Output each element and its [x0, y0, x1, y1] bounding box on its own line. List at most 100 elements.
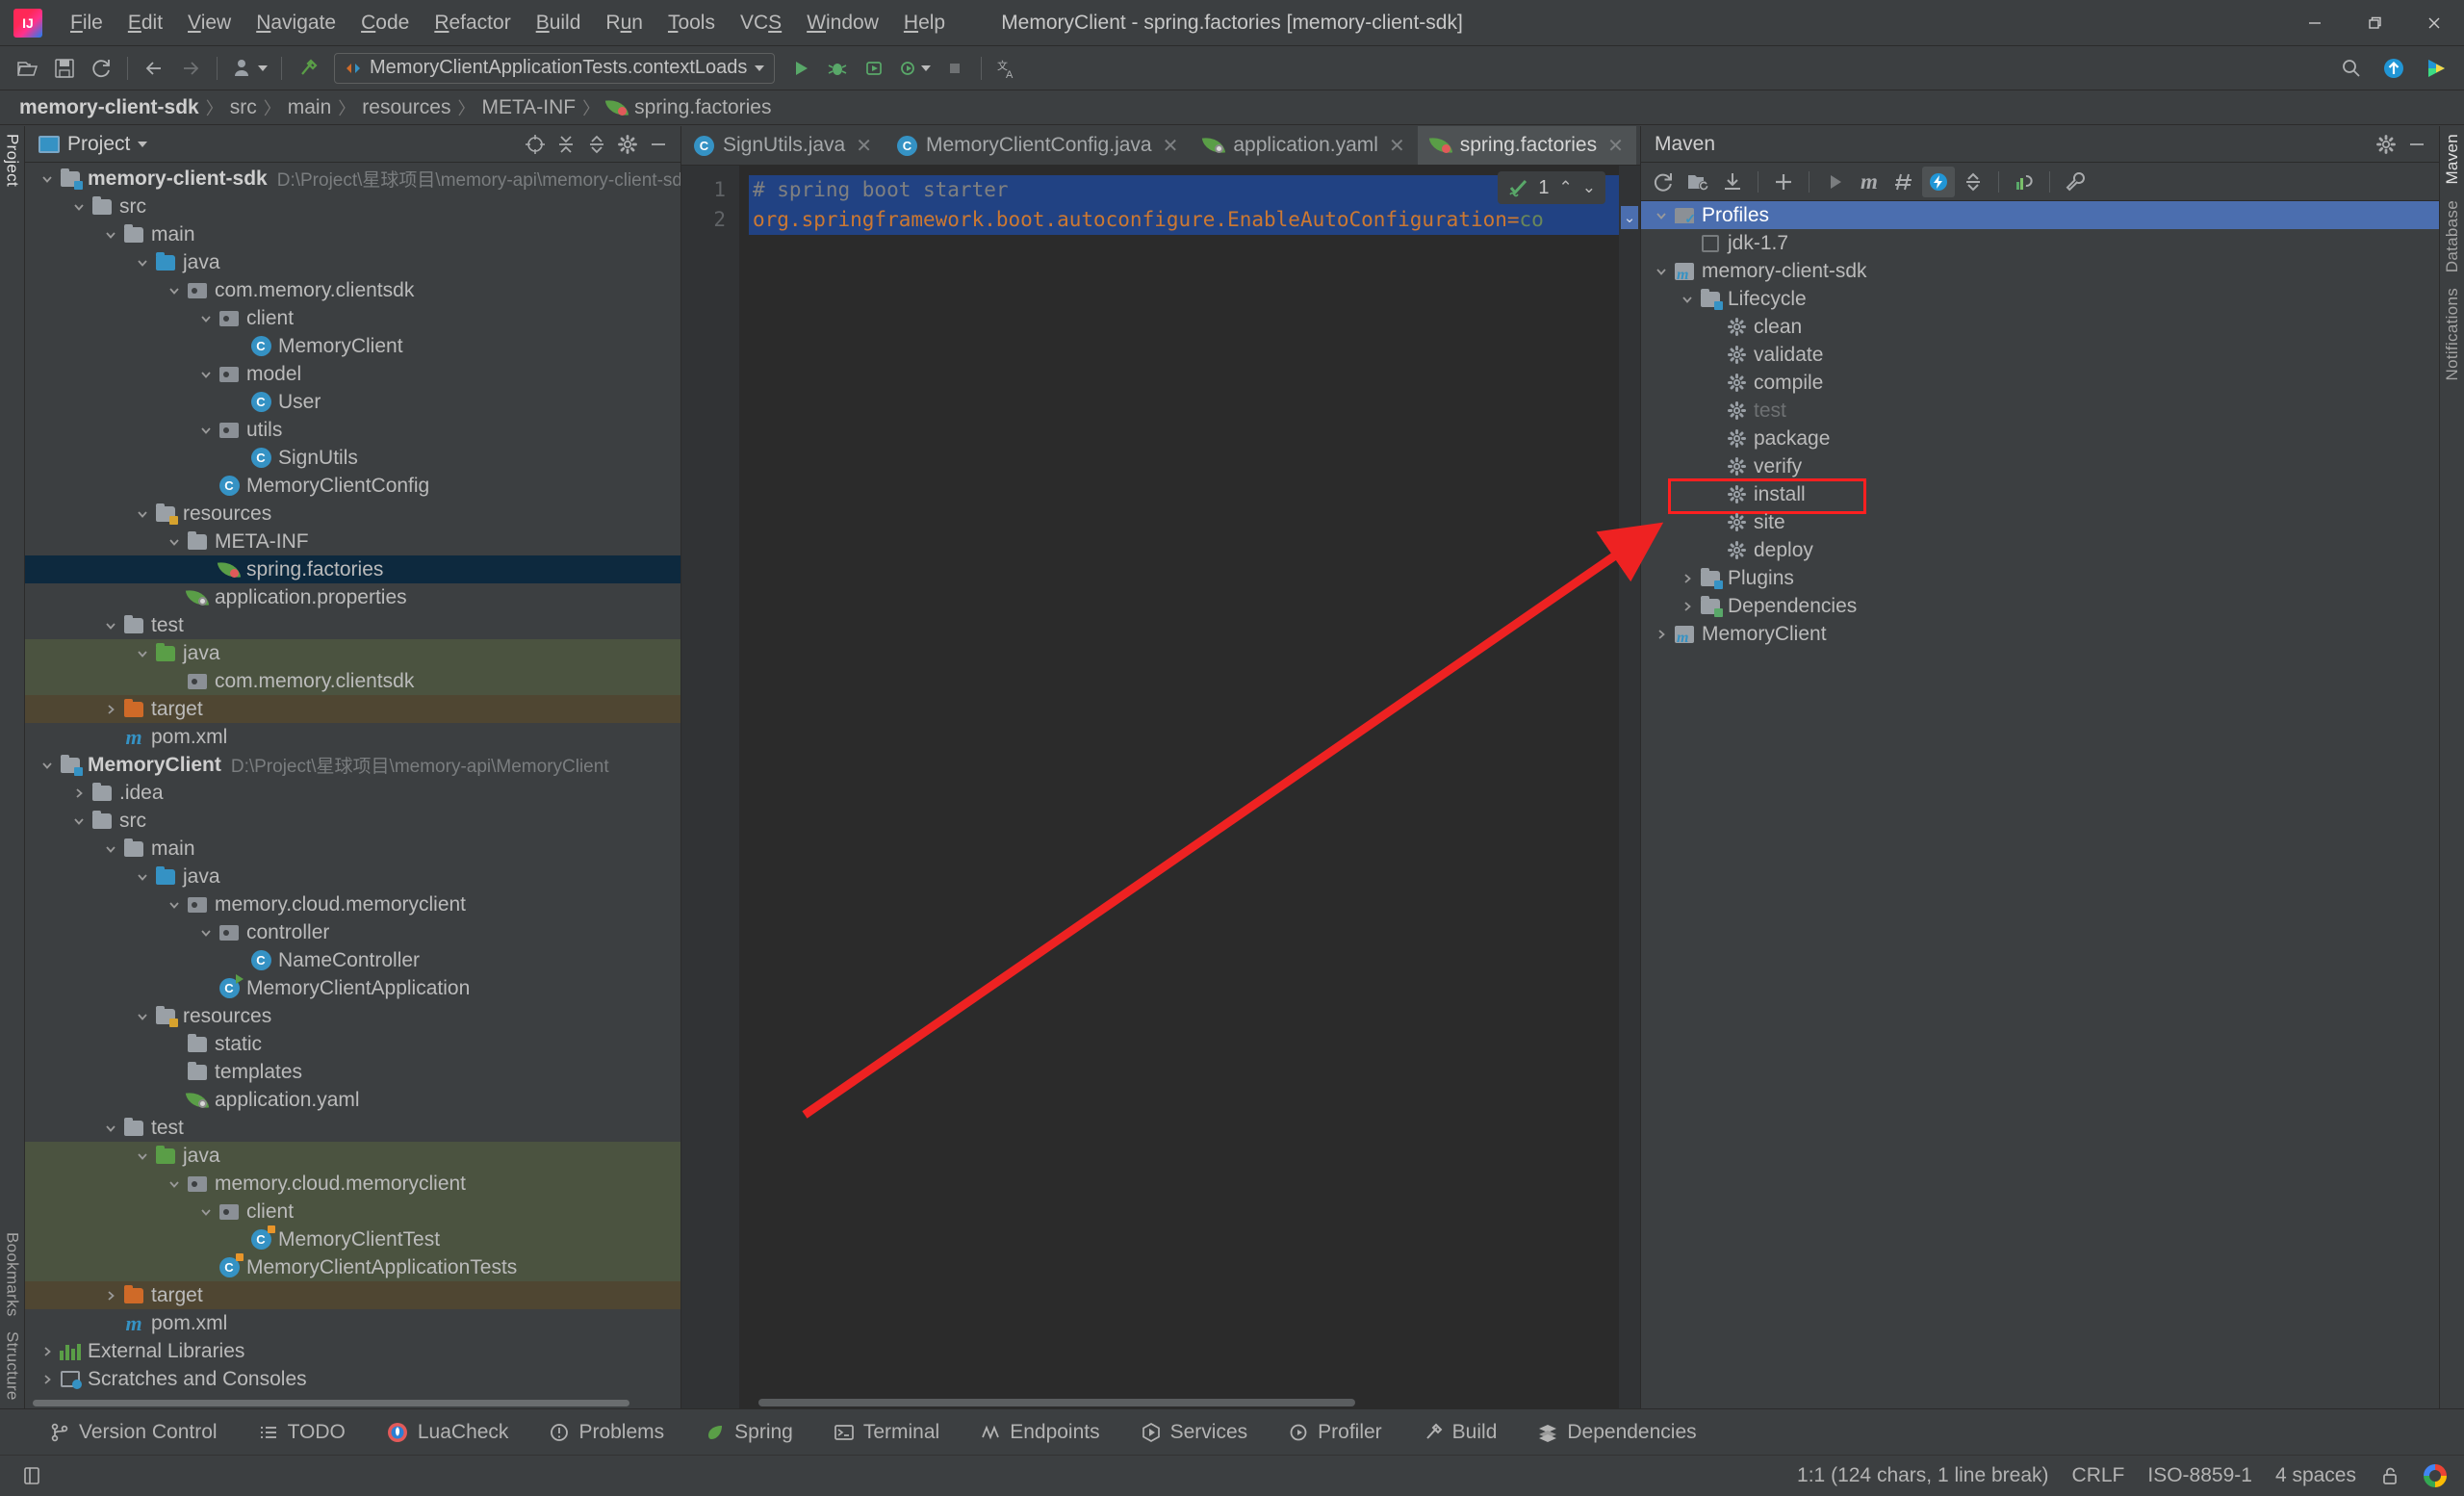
- add-maven-project-icon[interactable]: [1681, 167, 1714, 197]
- download-sources-icon[interactable]: [1716, 167, 1749, 197]
- settings-gear-icon[interactable]: [613, 130, 642, 159]
- tool-window-button-luacheck[interactable]: LuaCheck: [380, 1417, 515, 1448]
- chevron-down-icon[interactable]: [755, 64, 765, 71]
- save-icon[interactable]: [48, 52, 81, 85]
- project-tree-row[interactable]: target: [25, 1281, 680, 1309]
- chevron-down-icon[interactable]: [164, 1177, 185, 1191]
- project-tree-row[interactable]: Scratches and Consoles: [25, 1365, 680, 1393]
- project-tree-row[interactable]: utils: [25, 416, 680, 444]
- menu-window[interactable]: Window: [794, 8, 891, 39]
- tool-window-tab-notifications[interactable]: Notifications: [2443, 280, 2462, 389]
- reload-all-icon[interactable]: [1647, 167, 1680, 197]
- project-tree-row[interactable]: target: [25, 695, 680, 723]
- chevron-right-icon[interactable]: [1651, 628, 1672, 641]
- project-tree-row[interactable]: test: [25, 611, 680, 639]
- breadcrumb-item-1[interactable]: src: [230, 96, 257, 119]
- maven-tree-row[interactable]: clean: [1641, 313, 2439, 341]
- project-tree-row[interactable]: test: [25, 1114, 680, 1142]
- chevron-right-icon[interactable]: [100, 1289, 121, 1303]
- collapse-all-icon[interactable]: [582, 130, 611, 159]
- chevron-down-icon[interactable]: [1651, 209, 1672, 222]
- close-icon[interactable]: ✕: [1607, 134, 1624, 158]
- line-separator[interactable]: CRLF: [2072, 1464, 2125, 1487]
- maven-tree-row[interactable]: compile: [1641, 369, 2439, 397]
- project-tree-row[interactable]: memory.cloud.memoryclient: [25, 890, 680, 918]
- maven-tree-row[interactable]: Lifecycle: [1641, 285, 2439, 313]
- maven-settings-icon[interactable]: [2059, 167, 2092, 197]
- chevron-right-icon[interactable]: [100, 703, 121, 716]
- project-tree-row[interactable]: spring.factories: [25, 555, 680, 583]
- project-tree-row[interactable]: templates: [25, 1058, 680, 1086]
- menu-file[interactable]: File: [58, 8, 116, 39]
- project-tree-row[interactable]: java: [25, 1142, 680, 1170]
- run-icon[interactable]: [784, 52, 817, 85]
- sync-icon[interactable]: [85, 52, 117, 85]
- forward-arrow-icon[interactable]: [174, 52, 207, 85]
- menu-run[interactable]: Run: [593, 8, 655, 39]
- code-line[interactable]: org.springframework.boot.autoconfigure.E…: [749, 205, 1640, 235]
- project-tree-row[interactable]: application.yaml: [25, 1086, 680, 1114]
- project-tree-row[interactable]: client: [25, 1198, 680, 1225]
- project-tree-row[interactable]: External Libraries: [25, 1337, 680, 1365]
- chevron-down-icon[interactable]: [195, 926, 217, 940]
- project-tree-row[interactable]: static: [25, 1030, 680, 1058]
- chevron-down-icon[interactable]: [37, 172, 58, 186]
- chevron-down-icon[interactable]: [132, 647, 153, 660]
- chevron-down-icon[interactable]: [68, 814, 90, 828]
- project-tree-row[interactable]: resources: [25, 500, 680, 528]
- maven-tree-row[interactable]: Profiles: [1641, 201, 2439, 229]
- project-tree-row[interactable]: .idea: [25, 779, 680, 807]
- chevron-down-icon[interactable]: [195, 1205, 217, 1219]
- tool-window-button-build[interactable]: Build: [1417, 1417, 1503, 1448]
- ide-feature-icon[interactable]: [2420, 52, 2452, 85]
- editor-tab-memoryclientconfig-java[interactable]: C MemoryClientConfig.java ✕: [885, 126, 1191, 165]
- toggle-skip-tests-icon[interactable]: [1887, 167, 1920, 197]
- chevron-down-icon[interactable]: [1651, 265, 1672, 278]
- profiler-icon[interactable]: [894, 52, 935, 85]
- editor-tab-spring-factories[interactable]: spring.factories ✕: [1417, 126, 1636, 165]
- chevron-right-icon[interactable]: [37, 1345, 58, 1358]
- tool-window-tab-bookmarks[interactable]: Bookmarks: [3, 1225, 22, 1325]
- chevron-right-icon[interactable]: [1677, 572, 1698, 585]
- project-tree-row[interactable]: com.memory.clientsdk: [25, 276, 680, 304]
- chevron-right-icon[interactable]: [1677, 600, 1698, 613]
- close-button[interactable]: [2404, 0, 2464, 45]
- project-tree-row[interactable]: C MemoryClientConfig: [25, 472, 680, 500]
- maven-tree-row[interactable]: validate: [1641, 341, 2439, 369]
- project-tree-row[interactable]: C User: [25, 388, 680, 416]
- project-tree-row[interactable]: client: [25, 304, 680, 332]
- run-configuration-selector[interactable]: MemoryClientApplicationTests.contextLoad…: [334, 52, 776, 84]
- project-tree-row[interactable]: com.memory.clientsdk: [25, 667, 680, 695]
- project-tree-row[interactable]: memory-client-sdk D:\Project\星球项目\memory-…: [25, 165, 680, 193]
- tool-window-button-endpoints[interactable]: Endpoints: [974, 1417, 1105, 1448]
- caret-position[interactable]: 1:1 (124 chars, 1 line break): [1797, 1464, 2048, 1487]
- project-tree[interactable]: memory-client-sdk D:\Project\星球项目\memory-…: [25, 163, 680, 1408]
- chevron-right-icon[interactable]: [68, 787, 90, 800]
- project-tree-row[interactable]: META-INF: [25, 528, 680, 555]
- execute-maven-goal-icon[interactable]: m: [1853, 167, 1886, 197]
- project-tree-row[interactable]: memory.cloud.memoryclient: [25, 1170, 680, 1198]
- tool-window-button-problems[interactable]: Problems: [543, 1417, 670, 1448]
- menu-build[interactable]: Build: [524, 8, 594, 39]
- project-tree-row[interactable]: src: [25, 807, 680, 835]
- editor-tab-signutils-java[interactable]: C SignUtils.java ✕: [681, 126, 885, 165]
- tool-window-button-profiler[interactable]: Profiler: [1282, 1417, 1388, 1448]
- breadcrumb-item-2[interactable]: main: [288, 96, 332, 119]
- collapse-all-icon[interactable]: [1957, 167, 1989, 197]
- project-tree-row[interactable]: model: [25, 360, 680, 388]
- chevron-right-icon[interactable]: [37, 1373, 58, 1386]
- editor-code-area[interactable]: # spring boot starter org.springframework…: [739, 166, 1640, 1408]
- inspection-next-icon[interactable]: ⌄: [1582, 178, 1596, 197]
- menu-vcs[interactable]: VCS: [728, 8, 794, 39]
- tool-window-tab-maven[interactable]: Maven: [2443, 126, 2462, 193]
- project-tree-row[interactable]: controller: [25, 918, 680, 946]
- chevron-down-icon[interactable]: [195, 424, 217, 437]
- target-icon[interactable]: [521, 130, 550, 159]
- chevron-down-icon[interactable]: [132, 1010, 153, 1023]
- chevron-down-icon[interactable]: [100, 619, 121, 632]
- file-encoding[interactable]: ISO-8859-1: [2147, 1464, 2252, 1487]
- maven-tree-row[interactable]: test: [1641, 397, 2439, 425]
- tool-window-tab-database[interactable]: Database: [2443, 193, 2462, 280]
- chevron-down-icon[interactable]: [132, 507, 153, 521]
- maven-tree[interactable]: Profiles jdk-1.7 memory-client-sdk Lifecycl…: [1641, 201, 2439, 1408]
